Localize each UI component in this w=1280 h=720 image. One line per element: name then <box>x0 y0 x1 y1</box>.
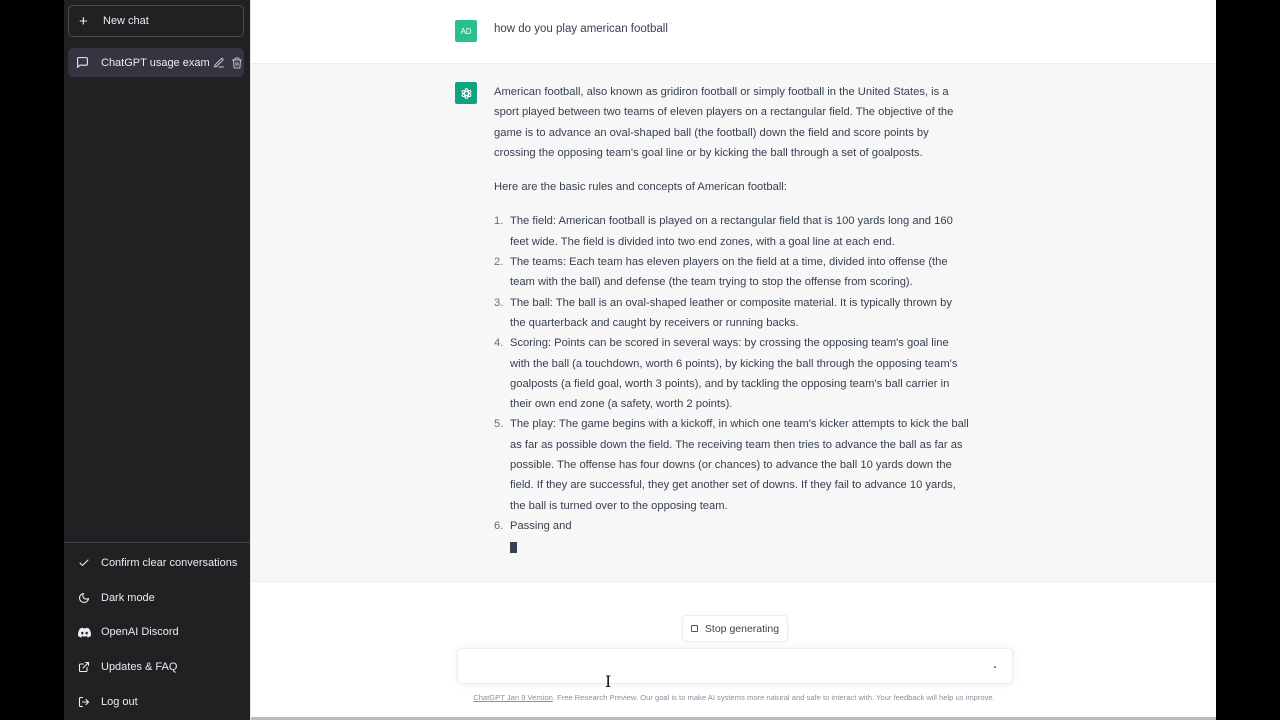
external-link-icon <box>76 661 92 673</box>
menu-item-label: Log out <box>101 695 138 708</box>
user-avatar: AD <box>455 20 477 42</box>
loading-indicator-icon[interactable] <box>994 666 996 668</box>
moon-icon <box>76 592 92 604</box>
user-message: how do you play american football <box>494 23 668 35</box>
prompt-box <box>457 648 1013 684</box>
list-item: 1. The field: American football is played… <box>494 215 953 248</box>
version-link[interactable]: ChatGPT Jan 9 Version <box>473 693 553 702</box>
list-item: 2. The teams: Each team has eleven player… <box>494 256 948 289</box>
screen-border-right <box>1216 0 1280 720</box>
check-icon <box>76 557 92 569</box>
footer: ChatGPT Jan 9 Version. Free Research Pre… <box>251 693 1217 702</box>
chat-main: AD how do you play american football Ame… <box>250 0 1217 720</box>
list-item: 6. Passing and <box>494 519 572 532</box>
assistant-paragraph: Here are the basic rules and concepts of… <box>494 181 787 194</box>
menu-item-dark-mode[interactable]: Dark mode <box>68 581 246 616</box>
menu-item-discord[interactable]: OpenAI Discord <box>68 615 246 650</box>
assistant-paragraph: American football, also known as gridiro… <box>494 86 954 159</box>
openai-logo-icon <box>455 82 477 104</box>
mouse-text-cursor-icon: I <box>605 672 612 691</box>
plus-icon: + <box>79 12 88 30</box>
user-message-row: AD how do you play american football <box>251 0 1217 64</box>
sidebar-divider <box>64 542 250 543</box>
list-item: 5. The play: The game begins with a kicko… <box>494 418 969 512</box>
logout-icon <box>76 696 92 708</box>
menu-item-confirm-clear[interactable]: Confirm clear conversations <box>68 546 246 581</box>
edit-icon[interactable] <box>213 57 225 69</box>
new-chat-label: New chat <box>103 15 149 27</box>
menu-item-label: OpenAI Discord <box>101 626 179 639</box>
menu-item-updates-faq[interactable]: Updates & FAQ <box>68 650 246 685</box>
conversation-title: ChatGPT usage exampl <box>101 56 209 69</box>
prompt-input[interactable] <box>468 658 978 676</box>
screen-border-left <box>0 0 64 720</box>
new-chat-button[interactable]: + New chat <box>68 5 244 37</box>
menu-item-log-out[interactable]: Log out <box>68 684 246 719</box>
menu-item-label: Updates & FAQ <box>101 661 178 674</box>
message-icon <box>76 56 92 69</box>
trash-icon[interactable] <box>231 57 243 69</box>
menu-item-label: Dark mode <box>101 591 155 604</box>
assistant-message-row: American football, also known as gridiro… <box>251 64 1217 582</box>
list-item: 3. The ball: The ball is an oval-shaped l… <box>494 296 952 329</box>
assistant-message: American football, also known as gridiro… <box>494 82 969 561</box>
discord-icon <box>76 627 92 638</box>
sidebar: + New chat ChatGPT usage exampl Confirm … <box>64 0 250 720</box>
rules-list: 1. The field: American football is played… <box>494 211 969 536</box>
stop-generating-label: Stop generating <box>704 622 780 635</box>
list-item: 4. Scoring: Points can be scored in sever… <box>494 337 958 411</box>
stop-generating-button[interactable]: Stop generating <box>682 615 788 642</box>
stop-icon <box>690 625 698 632</box>
typing-cursor <box>510 542 517 554</box>
menu-item-label: Confirm clear conversations <box>101 557 238 570</box>
footer-text: . Free Research Preview. Our goal is to … <box>552 693 995 702</box>
conversation-item[interactable]: ChatGPT usage exampl <box>68 48 244 77</box>
sidebar-menu: Confirm clear conversations Dark mode Op… <box>68 546 246 719</box>
